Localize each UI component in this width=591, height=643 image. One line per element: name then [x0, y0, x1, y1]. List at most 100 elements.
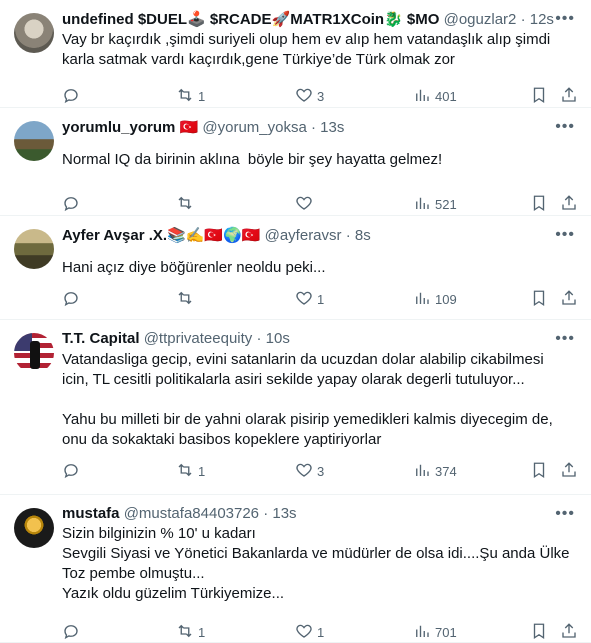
display-name[interactable]: Ayfer Avşar .X.📚✍️🇹🇷🌍🇹🇷 [62, 227, 260, 244]
heart-icon [295, 86, 313, 107]
like-count: 1 [317, 624, 325, 640]
retweet-icon [176, 289, 194, 310]
tweet-text: Sizin bilginizin % 10' u kadarı Sevgili … [62, 525, 570, 602]
handle[interactable]: @yorum_yoksa [202, 119, 306, 136]
share-button[interactable] [560, 86, 578, 106]
share-button[interactable] [560, 194, 578, 214]
retweet-icon [176, 86, 194, 107]
more-icon[interactable]: ••• [555, 118, 575, 136]
reply-button[interactable] [62, 86, 84, 106]
tweet[interactable]: Ayfer Avşar .X.📚✍️🇹🇷🌍🇹🇷 @ayferavsr · 8s … [0, 216, 591, 320]
avatar[interactable] [14, 333, 54, 373]
tweet[interactable]: mustafa @mustafa84403726 · 13s ••• Sizin… [0, 495, 591, 643]
more-icon[interactable]: ••• [555, 330, 575, 348]
views-button[interactable]: 374 [413, 461, 457, 481]
reply-icon [62, 194, 80, 215]
timestamp[interactable]: 12s [530, 11, 554, 28]
views-button[interactable]: 521 [413, 194, 457, 214]
retweet-icon [176, 622, 194, 643]
display-name[interactable]: yorumlu_yorum 🇹🇷 [62, 119, 198, 136]
views-icon [413, 194, 431, 215]
tweet[interactable]: yorumlu_yorum 🇹🇷 @yorum_yoksa · 13s ••• … [0, 108, 591, 216]
reply-icon [62, 289, 80, 310]
views-icon [413, 86, 431, 107]
tweet-text: Normal IQ da birinin aklına böyle bir şe… [62, 151, 443, 168]
heart-icon [295, 194, 313, 215]
separator-dot: · [345, 227, 351, 244]
more-icon[interactable]: ••• [555, 10, 575, 28]
retweet-count: 1 [198, 624, 206, 640]
share-icon [560, 86, 578, 107]
bookmark-icon [530, 289, 548, 310]
like-button[interactable]: 3 [295, 86, 324, 106]
tweet[interactable]: T.T. Capital @ttprivateequity · 10s ••• … [0, 320, 591, 495]
views-count: 374 [435, 463, 457, 479]
handle[interactable]: @ttprivateequity [144, 330, 253, 347]
bookmark-button[interactable] [530, 194, 548, 214]
avatar[interactable] [14, 229, 54, 269]
share-icon [560, 194, 578, 215]
views-count: 521 [435, 196, 457, 212]
tweet-text: Vatandasliga gecip, evini satanlarin da … [62, 351, 553, 448]
avatar[interactable] [14, 121, 54, 161]
timestamp[interactable]: 13s [272, 505, 296, 522]
more-icon[interactable]: ••• [555, 226, 575, 244]
separator-dot: · [310, 119, 316, 136]
display-name[interactable]: T.T. Capital [62, 330, 140, 347]
more-icon[interactable]: ••• [555, 505, 575, 523]
display-name[interactable]: mustafa [62, 505, 120, 522]
separator-dot: · [256, 330, 262, 347]
retweet-button[interactable] [176, 194, 198, 214]
share-button[interactable] [560, 289, 578, 309]
like-button[interactable]: 3 [295, 461, 324, 481]
bookmark-icon [530, 461, 548, 482]
reply-button[interactable] [62, 461, 84, 481]
views-icon [413, 289, 431, 310]
retweet-icon [176, 194, 194, 215]
display-name[interactable]: undefined $DUEL🕹️ $RCADE🚀MATR1XCoin🐉 $MO [62, 11, 439, 28]
retweet-icon [176, 461, 194, 482]
retweet-count: 1 [198, 463, 206, 479]
timestamp[interactable]: 8s [355, 227, 371, 244]
retweet-button[interactable]: 1 [176, 86, 205, 106]
separator-dot: · [263, 505, 269, 522]
tweet-header: mustafa @mustafa84403726 · 13s [62, 505, 581, 525]
tweet-actions: 521 [62, 194, 571, 214]
reply-button[interactable] [62, 289, 84, 309]
handle[interactable]: @oguzlar2 [444, 11, 517, 28]
heart-icon [295, 461, 313, 482]
like-count: 3 [317, 88, 325, 104]
tweet-header: undefined $DUEL🕹️ $RCADE🚀MATR1XCoin🐉 $MO… [62, 10, 581, 30]
bookmark-icon [530, 86, 548, 107]
retweet-button[interactable]: 1 [176, 622, 205, 642]
tweet-text: Vay br kaçırdık ,şimdi suriyeli olup hem… [62, 31, 555, 68]
retweet-button[interactable]: 1 [176, 461, 205, 481]
avatar[interactable] [14, 13, 54, 53]
bookmark-button[interactable] [530, 622, 548, 642]
views-button[interactable]: 109 [413, 289, 457, 309]
heart-icon [295, 289, 313, 310]
share-button[interactable] [560, 622, 578, 642]
views-button[interactable]: 401 [413, 86, 457, 106]
timestamp[interactable]: 10s [266, 330, 290, 347]
tweet-header: Ayfer Avşar .X.📚✍️🇹🇷🌍🇹🇷 @ayferavsr · 8s [62, 226, 581, 246]
like-button[interactable] [295, 194, 317, 214]
bookmark-button[interactable] [530, 289, 548, 309]
share-button[interactable] [560, 461, 578, 481]
reply-button[interactable] [62, 194, 84, 214]
handle[interactable]: @mustafa84403726 [124, 505, 259, 522]
retweet-button[interactable] [176, 289, 198, 309]
tweet-actions: 1 1 701 [62, 622, 571, 642]
like-count: 3 [317, 463, 325, 479]
bookmark-button[interactable] [530, 461, 548, 481]
avatar[interactable] [14, 508, 54, 548]
bookmark-button[interactable] [530, 86, 548, 106]
like-button[interactable]: 1 [295, 622, 324, 642]
handle[interactable]: @ayferavsr [265, 227, 342, 244]
timestamp[interactable]: 13s [320, 119, 344, 136]
reply-button[interactable] [62, 622, 84, 642]
tweet[interactable]: undefined $DUEL🕹️ $RCADE🚀MATR1XCoin🐉 $MO… [0, 0, 591, 108]
views-button[interactable]: 701 [413, 622, 457, 642]
like-button[interactable]: 1 [295, 289, 324, 309]
tweet-actions: 1 3 374 [62, 461, 571, 481]
